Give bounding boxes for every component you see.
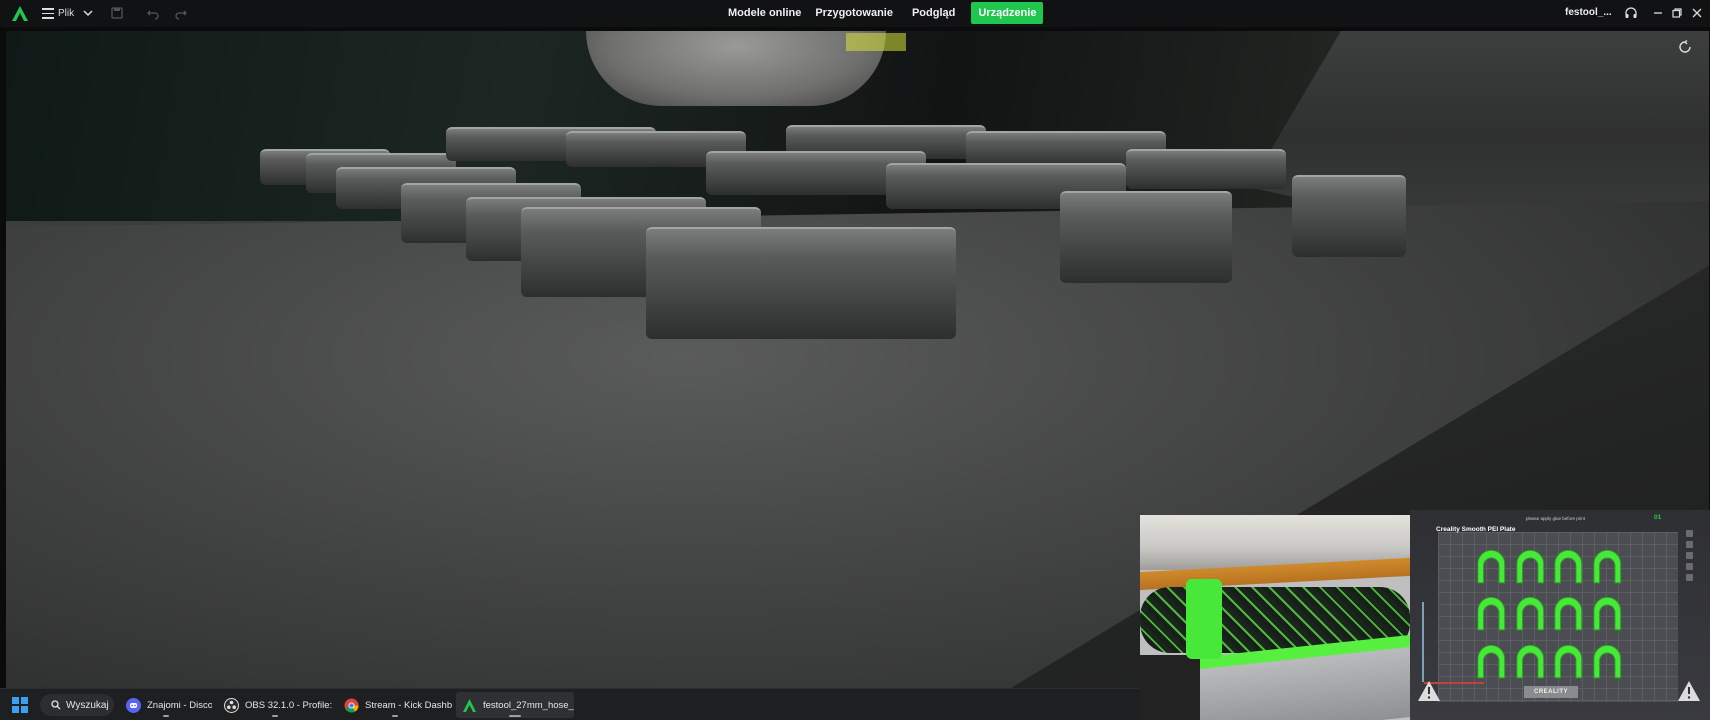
- tab-online-models[interactable]: Modele online: [721, 2, 808, 24]
- main-nav: Modele online Przygotowanie Podgląd Urzą…: [721, 2, 1044, 25]
- view-tool-icon[interactable]: [1686, 552, 1693, 559]
- taskbar-search[interactable]: Wyszukaj: [40, 694, 114, 716]
- warning-triangle-icon: [1678, 681, 1700, 701]
- view-tool-icon[interactable]: [1686, 563, 1693, 570]
- y-axis-indicator: [1422, 602, 1424, 682]
- creality-icon: [463, 698, 476, 712]
- discord-icon: [126, 697, 141, 713]
- model-part: [1590, 591, 1625, 634]
- tab-prepare[interactable]: Przygotowanie: [808, 2, 900, 24]
- preview-toolbar: [1686, 530, 1693, 581]
- windows-taskbar: Wyszukaj Znajomi - Discord OBS 32.1.0 - …: [0, 688, 1140, 720]
- headset-icon[interactable]: [1624, 6, 1638, 20]
- model-part: [1474, 639, 1509, 682]
- windows-start-icon[interactable]: [12, 697, 28, 713]
- refresh-icon[interactable]: [1677, 39, 1693, 55]
- restore-icon[interactable]: [1670, 6, 1684, 20]
- view-tool-icon[interactable]: [1686, 541, 1693, 548]
- taskbar-item-label: Stream - Kick Dashboard: [365, 699, 452, 711]
- model-part: [1551, 591, 1586, 634]
- green-hose-clip: [1186, 579, 1222, 659]
- taskbar-item-creality[interactable]: festool_27mm_hose_cab: [456, 692, 574, 718]
- view-tool-icon[interactable]: [1686, 574, 1693, 581]
- print-head: [586, 31, 886, 106]
- obs-icon: [224, 697, 239, 713]
- model-part: [1474, 544, 1509, 587]
- creality-logo-icon[interactable]: [11, 5, 29, 22]
- plate-number: 01: [1654, 514, 1662, 521]
- search-label: Wyszukaj: [66, 699, 109, 711]
- file-menu-label: Plik: [58, 8, 75, 19]
- webcam-overlay: [1140, 515, 1410, 720]
- minimize-icon[interactable]: [1651, 6, 1665, 20]
- taskbar-item-label: festool_27mm_hose_cab: [483, 699, 574, 711]
- creality-plate-brand: CREALITY: [1524, 686, 1578, 698]
- plate-notice: please apply glue before print: [1526, 516, 1586, 521]
- tab-preview[interactable]: Podgląd: [905, 2, 962, 24]
- project-name: festool_...: [1565, 7, 1612, 18]
- taskbar-item-discord[interactable]: Znajomi - Discord: [120, 692, 212, 718]
- undo-icon[interactable]: [146, 6, 160, 20]
- taskbar-item-chrome[interactable]: Stream - Kick Dashboard: [338, 692, 452, 718]
- save-icon[interactable]: [110, 6, 124, 20]
- tab-device[interactable]: Urządzenie: [971, 2, 1044, 24]
- taskbar-item-label: OBS 32.1.0 - Profile: Bez: [245, 699, 332, 711]
- model-part: [1474, 591, 1509, 634]
- model-part: [1551, 639, 1586, 682]
- model-part: [1590, 544, 1625, 587]
- printed-part: [1060, 191, 1232, 283]
- printed-part: [1292, 175, 1406, 257]
- model-part: [1513, 544, 1548, 587]
- model-grid: [1474, 544, 1625, 679]
- chevron-down-icon[interactable]: [82, 7, 94, 19]
- search-icon: [51, 700, 61, 710]
- warning-triangle-icon: [1418, 681, 1440, 701]
- printed-part: [1126, 149, 1286, 189]
- printed-part: [646, 227, 956, 339]
- file-menu-button[interactable]: Plik: [42, 5, 74, 22]
- close-icon[interactable]: [1690, 6, 1704, 20]
- model-part: [1513, 591, 1548, 634]
- plate-title: Creality Smooth PEI Plate: [1436, 526, 1516, 533]
- taskbar-item-obs[interactable]: OBS 32.1.0 - Profile: Bez: [218, 692, 332, 718]
- view-tool-icon[interactable]: [1686, 530, 1693, 537]
- model-part: [1551, 544, 1586, 587]
- model-part: [1590, 639, 1625, 682]
- taskbar-item-label: Znajomi - Discord: [147, 699, 212, 711]
- chrome-icon: [344, 698, 359, 712]
- hamburger-icon: [42, 8, 54, 19]
- redo-icon[interactable]: [174, 6, 188, 20]
- slicer-preview-overlay: please apply glue before print 01 Creali…: [1410, 510, 1710, 720]
- title-bar: Plik Modele online Przygotowanie Podgląd…: [0, 0, 1710, 27]
- model-part: [1513, 639, 1548, 682]
- creality-print-window: Plik Modele online Przygotowanie Podgląd…: [0, 0, 1710, 720]
